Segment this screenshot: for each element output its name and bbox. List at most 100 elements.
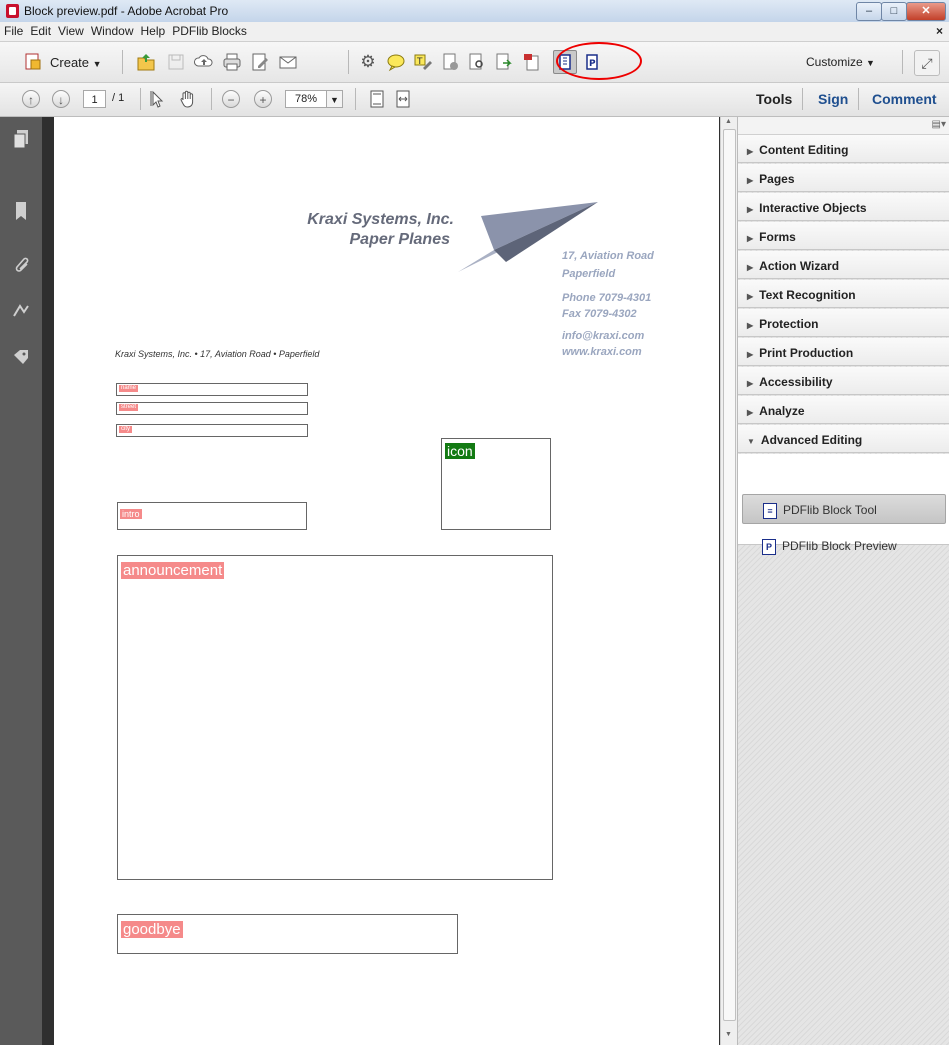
vertical-scrollbar[interactable]: ▲ ▼ — [720, 117, 738, 1045]
company-tagline: Paper Planes — [349, 231, 451, 248]
zoom-dropdown-icon[interactable]: ▼ — [327, 90, 343, 108]
fit-width-icon[interactable] — [393, 89, 413, 109]
menu-file[interactable]: File — [0, 22, 26, 38]
panel-interactive-objects[interactable]: ▶ Interactive Objects — [738, 193, 949, 221]
pdflib-block-preview-icon: P — [762, 539, 776, 555]
chevron-down-icon: ▼ — [866, 58, 875, 68]
block-city[interactable]: city — [116, 424, 308, 437]
close-document-icon[interactable]: × — [936, 24, 943, 38]
tools-pane-header: ▤▾ — [738, 117, 949, 135]
zoom-level-input[interactable]: 78% — [285, 90, 327, 108]
block-icon[interactable]: icon — [441, 438, 551, 530]
address-line1: 17, Aviation Road — [562, 250, 654, 262]
upload-cloud-icon[interactable] — [194, 52, 214, 72]
paper-plane-logo — [458, 202, 598, 272]
menu-view[interactable]: View — [54, 22, 87, 38]
panel-advanced-editing[interactable]: ▼ Advanced Editing — [738, 425, 949, 453]
title-bar: Block preview.pdf - Adobe Acrobat Pro – … — [0, 0, 949, 23]
menu-pdflib-blocks[interactable]: PDFlib Blocks — [168, 22, 250, 38]
navigation-toolbar: ↑ ↓ 1 / 1 − + 78% ▼ Tools Sign Comment — [0, 83, 949, 117]
minimize-button[interactable]: – — [856, 2, 882, 21]
document-delete-icon[interactable] — [522, 52, 542, 72]
attachments-icon[interactable] — [12, 255, 30, 275]
pdflib-block-preview-item[interactable]: P PDFlib Block Preview — [742, 531, 946, 561]
scroll-up-icon[interactable]: ▲ — [725, 118, 732, 125]
tags-icon[interactable] — [12, 349, 30, 369]
navigation-pane — [0, 117, 42, 1045]
zoom-in-icon[interactable]: + — [254, 90, 272, 108]
signatures-icon[interactable] — [12, 301, 30, 321]
block-goodbye[interactable]: goodbye — [117, 914, 458, 954]
edit-document-icon[interactable] — [250, 52, 270, 72]
toolbar-divider — [355, 88, 356, 110]
panel-protection[interactable]: ▶ Protection — [738, 309, 949, 337]
panel-text-recognition[interactable]: ▶ Text Recognition — [738, 280, 949, 308]
save-icon[interactable] — [166, 52, 186, 72]
expand-arrow-icon: ▶ — [747, 234, 754, 243]
document-cancel-icon[interactable] — [441, 52, 461, 72]
settings-gear-icon[interactable]: ⚙ — [358, 52, 378, 72]
block-intro[interactable]: intro — [117, 502, 307, 530]
collapse-arrow-icon: ▼ — [747, 437, 755, 446]
toolbar-divider — [122, 50, 123, 74]
fit-page-icon[interactable] — [367, 89, 387, 109]
panel-content-editing[interactable]: ▶ Content Editing — [738, 135, 949, 163]
menu-help[interactable]: Help — [137, 22, 169, 38]
panel-action-wizard[interactable]: ▶ Action Wizard — [738, 251, 949, 279]
bookmarks-icon[interactable] — [12, 201, 30, 221]
fax-number: Fax 7079-4302 — [562, 308, 637, 320]
expand-icon[interactable]: ⤢ — [914, 50, 940, 76]
panel-pages[interactable]: ▶ Pages — [738, 164, 949, 192]
next-page-icon[interactable]: ↓ — [52, 90, 70, 108]
menu-window[interactable]: Window — [87, 22, 137, 38]
panel-label: Action Wizard — [759, 259, 840, 273]
pdf-page: Kraxi Systems, Inc. Paper Planes 17, Avi… — [54, 117, 719, 1045]
menu-bar: File Edit View Window Help PDFlib Blocks × — [0, 22, 949, 42]
block-name[interactable]: name — [116, 383, 308, 396]
page-thumbnails-icon[interactable] — [12, 129, 30, 149]
block-street[interactable]: street — [116, 402, 308, 415]
block-label: goodbye — [121, 921, 183, 938]
customize-label: Customize — [806, 55, 863, 69]
pane-options-icon[interactable]: ▤▾ — [932, 119, 946, 130]
close-window-button[interactable]: ✕ — [906, 2, 946, 21]
panel-accessibility[interactable]: ▶ Accessibility — [738, 367, 949, 395]
panel-label: Forms — [759, 230, 796, 244]
expand-arrow-icon: ▶ — [747, 292, 754, 301]
hand-tool-icon[interactable] — [178, 89, 198, 109]
create-label: Create — [50, 55, 90, 70]
acrobat-app-icon — [6, 4, 19, 18]
block-announcement[interactable]: announcement — [117, 555, 553, 880]
tool-label: PDFlib Block Preview — [782, 539, 897, 553]
print-icon[interactable] — [222, 52, 242, 72]
maximize-button[interactable]: □ — [881, 2, 907, 21]
zoom-out-icon[interactable]: − — [222, 90, 240, 108]
panel-analyze[interactable]: ▶ Analyze — [738, 396, 949, 424]
create-pdf-icon[interactable] — [22, 52, 42, 72]
highlight-text-icon[interactable]: T — [413, 52, 433, 72]
tab-comment[interactable]: Comment — [872, 91, 937, 107]
document-search-icon[interactable] — [467, 52, 487, 72]
scrollbar-thumb[interactable] — [723, 129, 736, 1021]
scroll-down-icon[interactable]: ▼ — [725, 1031, 732, 1038]
panel-print-production[interactable]: ▶ Print Production — [738, 338, 949, 366]
menu-edit[interactable]: Edit — [26, 22, 54, 38]
tab-sign[interactable]: Sign — [818, 91, 848, 107]
page-number-input[interactable]: 1 — [83, 90, 106, 108]
panel-forms[interactable]: ▶ Forms — [738, 222, 949, 250]
comment-bubble-icon[interactable] — [386, 52, 406, 72]
open-file-icon[interactable] — [136, 52, 156, 72]
chevron-down-icon: ▼ — [92, 59, 102, 69]
document-export-icon[interactable] — [494, 52, 514, 72]
expand-arrow-icon: ▶ — [747, 321, 754, 330]
create-button[interactable]: Create ▼ — [50, 55, 102, 70]
toolbar-divider — [802, 88, 803, 110]
pdflib-block-tool-item[interactable]: ≡ PDFlib Block Tool — [742, 494, 946, 524]
advanced-editing-tools: ≡ PDFlib Block Tool P PDFlib Block Previ… — [738, 454, 949, 555]
previous-page-icon[interactable]: ↑ — [22, 90, 40, 108]
customize-button[interactable]: Customize ▼ — [806, 55, 875, 69]
expand-arrow-icon: ▶ — [747, 408, 754, 417]
select-cursor-icon[interactable] — [148, 89, 168, 109]
tab-tools[interactable]: Tools — [756, 91, 792, 107]
email-icon[interactable] — [278, 52, 298, 72]
